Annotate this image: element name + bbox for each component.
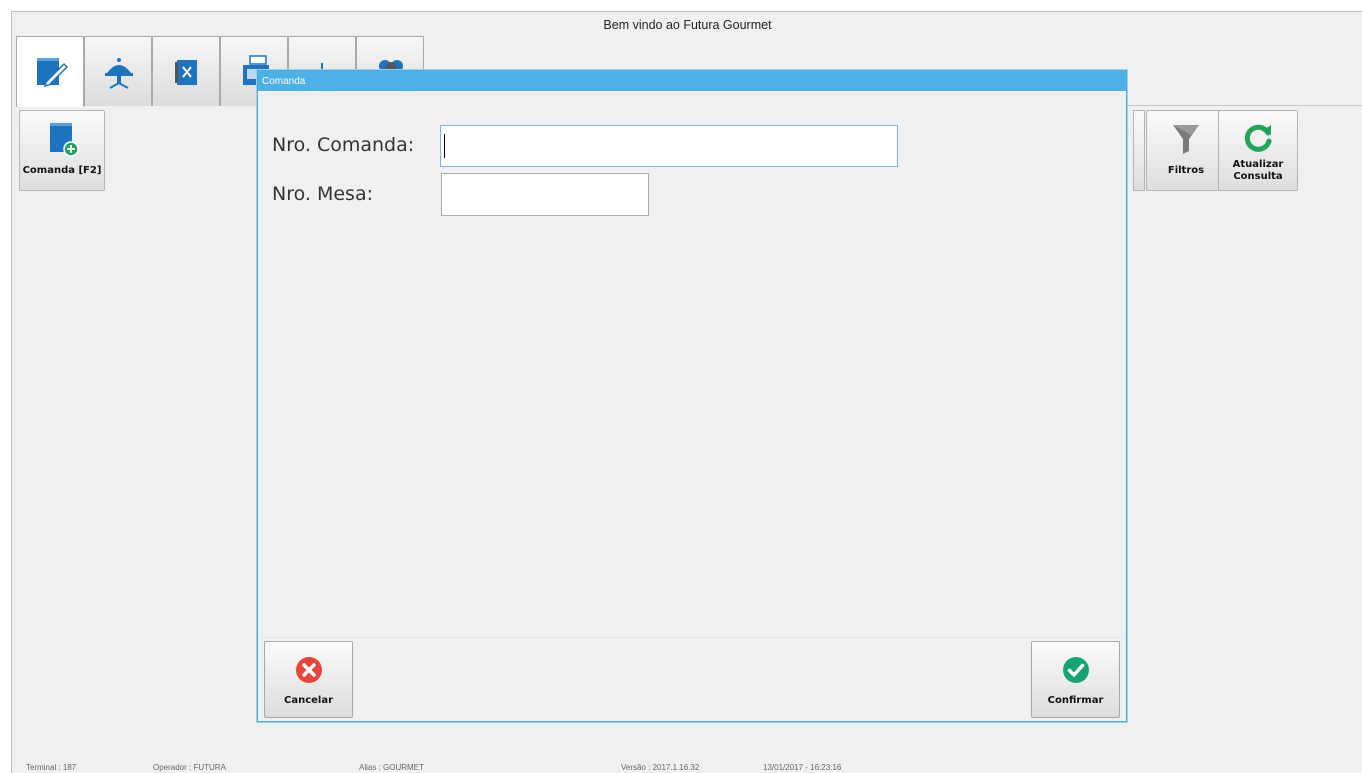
nro-mesa-input[interactable] <box>441 173 649 216</box>
filtros-button[interactable]: Filtros <box>1146 110 1226 191</box>
filter-icon <box>1173 125 1199 154</box>
served-dish-icon <box>105 58 133 89</box>
status-alias: Alias : GOURMET <box>359 763 424 772</box>
notepad-pencil-icon <box>37 58 68 88</box>
status-bar: Terminal : 187 Operador : FUTURA Alias :… <box>11 762 1362 773</box>
atualizar-button[interactable]: Atualizar Consulta <box>1218 110 1298 191</box>
status-versao: Versão : 2017.1.16.32 <box>621 763 700 772</box>
dialog-title: Comanda <box>258 71 1126 91</box>
tab-comandas[interactable] <box>16 36 84 107</box>
text-caret <box>444 134 445 158</box>
confirm-label: Confirmar <box>1047 695 1104 706</box>
confirm-check-icon <box>1062 657 1089 683</box>
tab-cardapio[interactable] <box>152 36 220 106</box>
tab-mesas[interactable] <box>84 36 152 106</box>
status-operador: Operador : FUTURA <box>153 763 226 772</box>
atualizar-label: Atualizar Consulta <box>1232 159 1284 182</box>
footer-divider <box>261 637 1123 638</box>
comanda-dialog: Comanda Nro. Comanda: Nro. Mesa: Cancela… <box>257 70 1127 722</box>
window-title: Bem vindo ao Futura Gourmet <box>603 18 772 32</box>
add-notepad-icon <box>50 123 79 157</box>
nro-mesa-label: Nro. Mesa: <box>272 183 374 205</box>
confirm-button[interactable]: Confirmar <box>1031 641 1120 718</box>
nro-comanda-input[interactable] <box>440 125 898 167</box>
filtros-label: Filtros <box>1167 165 1205 176</box>
cancel-button[interactable]: Cancelar <box>264 641 353 718</box>
status-datetime: 13/01/2017 - 16:23:16 <box>763 763 842 772</box>
cancel-x-icon <box>295 657 322 683</box>
menu-book-icon <box>175 60 197 85</box>
new-comanda-label: Comanda [F2] <box>22 165 102 176</box>
cancel-label: Cancelar <box>283 695 334 706</box>
status-terminal: Terminal : 187 <box>26 763 77 772</box>
nro-comanda-label: Nro. Comanda: <box>272 134 415 156</box>
refresh-icon <box>1244 124 1272 152</box>
toolbar-button-partial[interactable] <box>1133 110 1145 191</box>
new-comanda-button[interactable]: Comanda [F2] <box>19 110 105 191</box>
